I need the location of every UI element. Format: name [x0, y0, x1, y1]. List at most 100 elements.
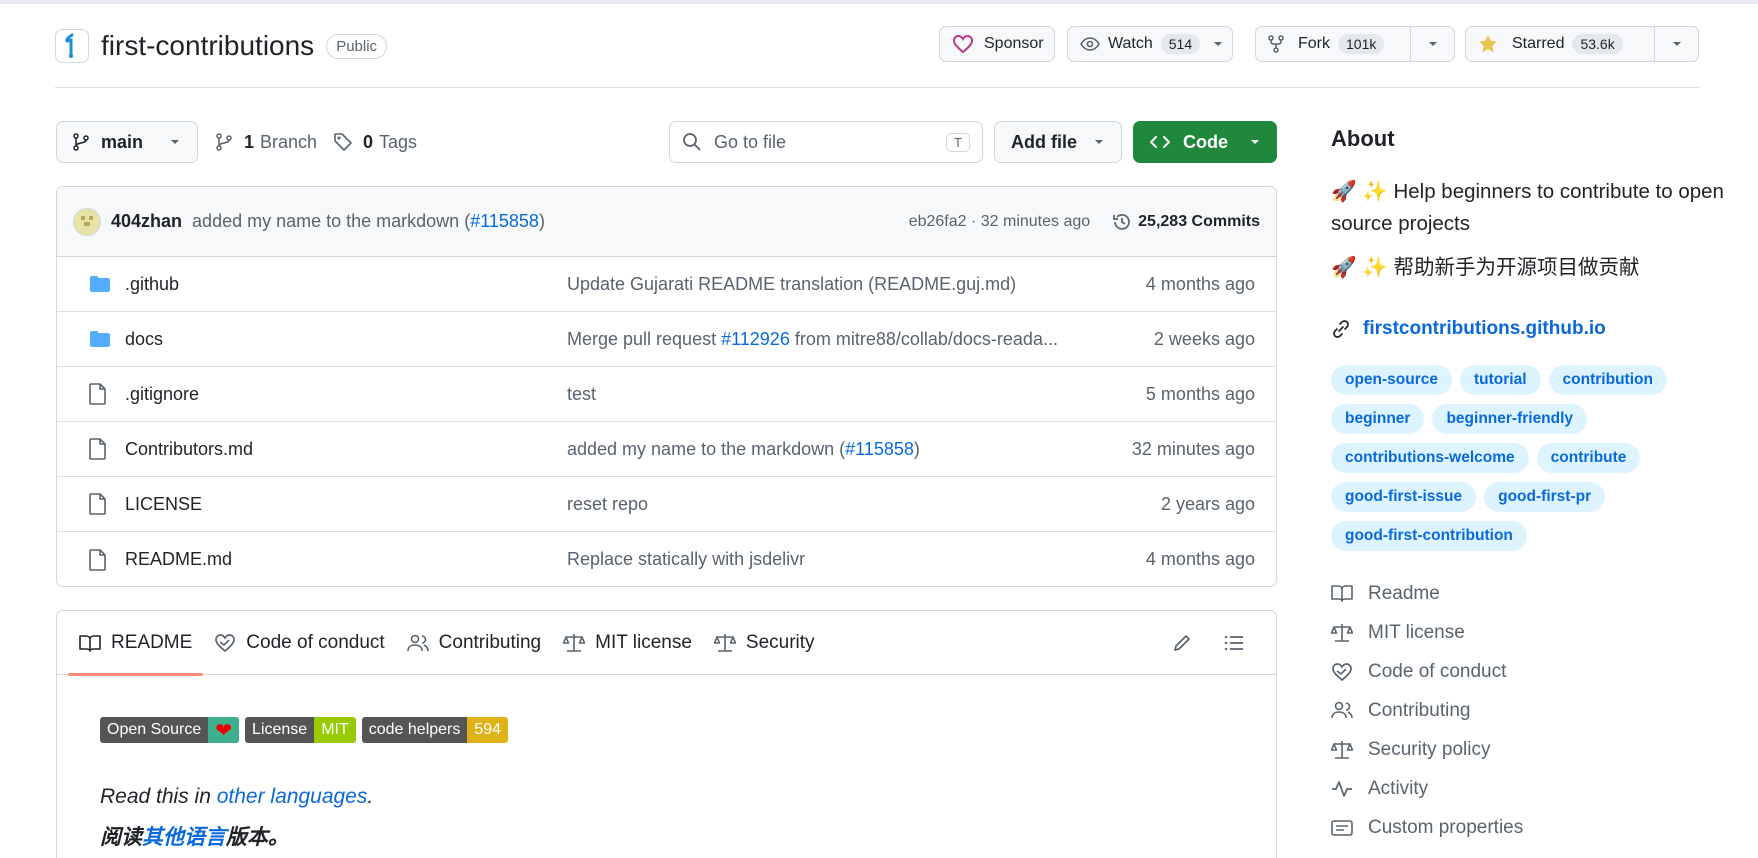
file-age: 32 minutes ago: [1131, 438, 1255, 459]
about-link-label: MIT license: [1368, 621, 1465, 643]
about-link[interactable]: Contributing: [1331, 691, 1523, 730]
file-row[interactable]: docs Merge pull request #112926 from mitr…: [57, 312, 1276, 367]
topic-tag[interactable]: contribute: [1536, 443, 1641, 473]
file-commit-message[interactable]: Merge pull request #112926 from mitre88/…: [567, 329, 1089, 350]
commit-author[interactable]: 404zhan: [111, 211, 182, 232]
add-file-button[interactable]: Add file: [994, 121, 1122, 163]
repo-name[interactable]: first-contributions: [101, 30, 314, 62]
about-link[interactable]: Readme: [1331, 574, 1523, 613]
tag-icon: [334, 133, 352, 151]
file-name[interactable]: .github: [125, 274, 179, 295]
people-icon: [406, 634, 429, 651]
commits-link[interactable]: 25,283 Commits: [1112, 212, 1260, 232]
about-link[interactable]: Code of conduct: [1331, 652, 1523, 691]
history-icon: [1113, 213, 1130, 230]
tab-contributing[interactable]: Contributing: [396, 611, 552, 675]
shield-badge[interactable]: License MIT: [245, 717, 356, 743]
pencil-icon[interactable]: [1172, 633, 1192, 653]
commit-pr-link[interactable]: #115858: [470, 211, 539, 231]
repo-avatar[interactable]: [55, 29, 89, 63]
about-link[interactable]: Custom properties: [1331, 808, 1523, 847]
file-icon: [89, 548, 106, 571]
file-commit-message[interactable]: added my name to the markdown (#115858): [567, 439, 1089, 460]
tab-readme[interactable]: README: [68, 611, 204, 676]
commit-msg-text: Update Gujarati README translation (READ…: [567, 273, 1017, 294]
star-dropdown[interactable]: [1654, 27, 1698, 61]
go-to-file-input[interactable]: Go to file T: [669, 121, 983, 163]
commit-message[interactable]: added my name to the markdown (: [192, 211, 470, 231]
file-age: 5 months ago: [1145, 383, 1255, 404]
fork-count: 101k: [1338, 34, 1385, 54]
chevron-down-icon[interactable]: [1212, 40, 1224, 48]
watch-button[interactable]: Watch 514: [1067, 26, 1233, 62]
file-type-icon: [89, 438, 107, 460]
tab-label: MIT license: [595, 631, 692, 653]
topic-tag[interactable]: tutorial: [1460, 365, 1541, 395]
note-icon: [1331, 819, 1353, 836]
commit-sha-time[interactable]: eb26fa2 · 32 minutes ago: [909, 213, 1090, 231]
sponsor-button[interactable]: Sponsor: [939, 26, 1055, 62]
fork-button[interactable]: Fork 101k: [1255, 26, 1455, 62]
topic-tag[interactable]: beginner: [1331, 404, 1425, 434]
intro-text-end: .: [367, 785, 374, 808]
website-link[interactable]: firstcontributions.github.io: [1331, 318, 1606, 340]
tab-security[interactable]: Security: [703, 611, 826, 675]
topic-tag[interactable]: contributions-welcome: [1331, 443, 1529, 473]
file-commit-message[interactable]: test: [567, 384, 1089, 405]
topic-tag[interactable]: contribution: [1548, 365, 1667, 395]
about-link-label: Activity: [1368, 777, 1429, 799]
commit-msg-text: Replace statically with jsdelivr: [567, 549, 806, 569]
law-icon: [563, 633, 586, 652]
topic-tag[interactable]: open-source: [1331, 365, 1453, 395]
commit-msg-text-end: from mitre88/collab/docs-reada...: [789, 328, 1058, 349]
star-icon: [1479, 35, 1497, 52]
topic-tag[interactable]: good-first-contribution: [1331, 521, 1527, 551]
file-name[interactable]: .gitignore: [125, 384, 199, 405]
file-row[interactable]: Contributors.md added my name to the mark…: [57, 422, 1276, 477]
file-name[interactable]: docs: [125, 329, 163, 350]
star-button[interactable]: Starred 53.6k: [1465, 26, 1699, 62]
shield-badge[interactable]: Open Source ❤: [100, 717, 240, 743]
file-browser: 404zhan added my name to the markdown (#…: [56, 186, 1277, 587]
list-icon[interactable]: [1224, 633, 1244, 653]
topic-tag[interactable]: good-first-issue: [1331, 482, 1477, 512]
fork-dropdown[interactable]: [1410, 27, 1454, 61]
folder-icon: [90, 276, 110, 292]
file-commit-message[interactable]: Replace statically with jsdelivr: [567, 549, 1089, 570]
file-age: 2 years ago: [1160, 493, 1255, 514]
branch-selector[interactable]: main: [56, 121, 198, 163]
topic-tag[interactable]: good-first-pr: [1484, 482, 1606, 512]
file-commit-message[interactable]: reset repo: [567, 494, 1089, 515]
chevron-down-icon: [1428, 42, 1437, 46]
file-row[interactable]: .gitignore test 5 months ago: [57, 367, 1276, 422]
badge-value: 594: [467, 717, 509, 743]
commit-pr-link[interactable]: #115858: [845, 439, 914, 459]
tab-code-of-conduct[interactable]: Code of conduct: [203, 611, 395, 675]
topic-tag[interactable]: beginner-friendly: [1432, 404, 1588, 434]
file-row[interactable]: README.md Replace statically with jsdeliv…: [57, 532, 1276, 586]
search-icon: [683, 133, 701, 151]
author-avatar[interactable]: [73, 207, 101, 236]
branches-link[interactable]: 1 Branch: [216, 121, 317, 163]
tags-link[interactable]: 0 Tags: [333, 121, 417, 163]
other-languages-link[interactable]: other languages: [217, 785, 368, 808]
file-commit-message[interactable]: Update Gujarati README translation (READ…: [567, 274, 1089, 295]
commit-pr-link[interactable]: #112926: [721, 329, 790, 349]
shield-badge[interactable]: code helpers 594: [361, 717, 509, 743]
about-link-label: Readme: [1368, 582, 1440, 604]
file-name[interactable]: Contributors.md: [125, 439, 253, 460]
file-name[interactable]: README.md: [125, 549, 232, 570]
file-row[interactable]: .github Update Gujarati README translatio…: [57, 257, 1276, 312]
about-link[interactable]: MIT license: [1331, 613, 1523, 652]
about-link[interactable]: Activity: [1331, 769, 1523, 808]
about-link[interactable]: Security policy: [1331, 730, 1523, 769]
other-languages-link-zh[interactable]: 其他语言: [142, 826, 226, 849]
chevron-down-icon: [171, 140, 179, 144]
tab-mit-license[interactable]: MIT license: [552, 611, 703, 675]
file-row[interactable]: LICENSE reset repo 2 years ago: [57, 477, 1276, 532]
search-shortcut: T: [946, 132, 970, 152]
file-name[interactable]: LICENSE: [125, 494, 202, 515]
repo-header: first-contributions Public: [55, 26, 388, 66]
code-button[interactable]: Code: [1133, 121, 1277, 163]
branch-icon: [73, 133, 89, 151]
